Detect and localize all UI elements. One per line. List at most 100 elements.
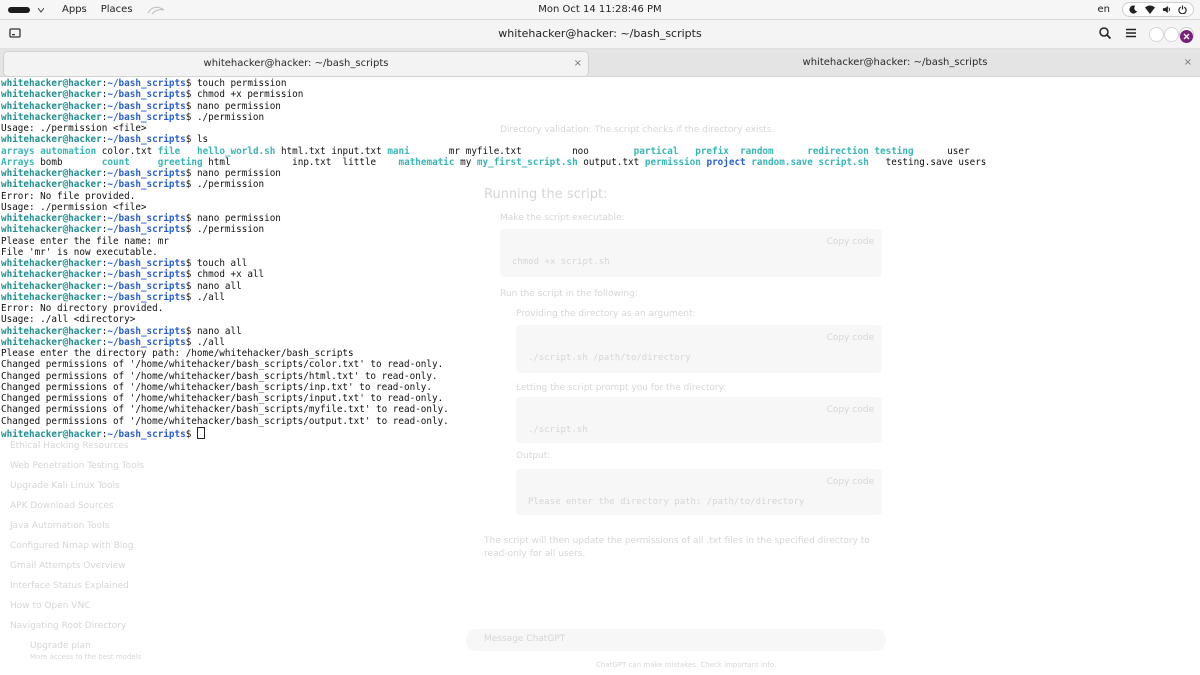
prompt-path: ~/bash_scripts bbox=[107, 134, 186, 146]
ls-gap bbox=[376, 157, 398, 168]
ghost-output-label: Output: bbox=[516, 451, 551, 461]
ls-entry: color.txt bbox=[101, 145, 153, 157]
tab-terminal-1[interactable]: whitehacker@hacker: ~/bash_scripts × bbox=[3, 51, 589, 77]
prompt-user: whitehacker@hacker bbox=[1, 89, 102, 101]
command-text: ls bbox=[191, 134, 209, 146]
ls-entry: my bbox=[460, 156, 472, 168]
tab-label: whitehacker@hacker: ~/bash_scripts bbox=[203, 58, 389, 69]
output-text: Usage: ./all <directory> bbox=[1, 314, 136, 326]
search-icon[interactable] bbox=[1098, 26, 1112, 40]
ghost-sidebar-item: Ethical Hacking Resources bbox=[10, 441, 129, 451]
command-text: chmod +x all bbox=[191, 269, 265, 281]
ls-entry: users bbox=[958, 156, 987, 168]
ls-entry: random bbox=[740, 145, 774, 157]
prompt-user: whitehacker@hacker bbox=[1, 100, 102, 112]
output-text: Error: No directory provided. bbox=[1, 303, 164, 314]
hamburger-menu-icon[interactable] bbox=[1124, 26, 1138, 40]
terminal-line: whitehacker@hacker:~/bash_scripts$ ./per… bbox=[1, 179, 986, 190]
output-text: Error: No file provided. bbox=[1, 190, 136, 202]
ghost-sidebar: Ethical Hacking Resources Web Penetratio… bbox=[10, 441, 144, 665]
ls-entry: script.sh bbox=[818, 156, 869, 168]
tab-bar: whitehacker@hacker: ~/bash_scripts × whi… bbox=[0, 49, 1200, 77]
maximize-button[interactable] bbox=[1164, 27, 1179, 42]
tab-close-icon[interactable]: × bbox=[574, 52, 582, 76]
ls-gap bbox=[410, 146, 449, 157]
prompt-user: whitehacker@hacker bbox=[1, 78, 102, 89]
ls-entry: permission bbox=[644, 156, 701, 168]
minimize-button[interactable] bbox=[1149, 27, 1164, 42]
prompt-user: whitehacker@hacker bbox=[1, 428, 102, 440]
terminal-line: whitehacker@hacker:~/bash_scripts$ nano … bbox=[1, 326, 986, 337]
ghost-upgrade-plan: Upgrade plan bbox=[30, 641, 91, 651]
ls-gap bbox=[231, 157, 293, 168]
ls-gap bbox=[130, 157, 158, 168]
prompt-path: ~/bash_scripts bbox=[107, 213, 186, 224]
ls-gap bbox=[63, 157, 102, 168]
prompt-path: ~/bash_scripts bbox=[107, 78, 186, 89]
terminal-line: whitehacker@hacker:~/bash_scripts$ ./per… bbox=[1, 112, 986, 123]
power-icon bbox=[1178, 5, 1187, 14]
ls-entry: mathematic bbox=[398, 156, 455, 168]
close-button[interactable] bbox=[1179, 27, 1194, 43]
terminal-line: Changed permissions of '/home/whitehacke… bbox=[1, 393, 986, 404]
prompt-path: ~/bash_scripts bbox=[107, 100, 186, 112]
tab-close-icon[interactable]: × bbox=[1184, 51, 1192, 75]
output-text: Please enter the directory path: /home/w… bbox=[1, 348, 354, 359]
terminal-line: whitehacker@hacker:~/bash_scripts$ nano … bbox=[1, 213, 986, 224]
tab-terminal-2[interactable]: whitehacker@hacker: ~/bash_scripts × bbox=[590, 51, 1200, 75]
prompt-path: ~/bash_scripts bbox=[107, 258, 186, 269]
ls-entry: myfile.txt bbox=[465, 145, 522, 157]
command-text: nano all bbox=[191, 325, 242, 337]
ls-gap bbox=[869, 157, 886, 168]
terminal-cursor bbox=[196, 426, 205, 439]
system-tray[interactable] bbox=[1122, 2, 1194, 17]
ls-entry: file bbox=[157, 145, 181, 157]
ghost-copy-code: Copy code bbox=[826, 477, 874, 487]
command-text: nano permission bbox=[191, 213, 281, 224]
terminal-line: whitehacker@hacker:~/bash_scripts$ touch… bbox=[1, 78, 986, 89]
ls-entry: Arrays bbox=[1, 156, 35, 168]
terminal-line: whitehacker@hacker:~/bash_scripts$ nano … bbox=[1, 101, 986, 112]
prompt-path: ~/bash_scripts bbox=[107, 168, 186, 179]
terminal-line: arrays automation color.txt file hello_w… bbox=[1, 146, 986, 157]
ghost-sidebar-item: Java Automation Tools bbox=[10, 521, 110, 531]
ls-gap bbox=[678, 146, 695, 157]
top-panel: Apps Places Mon Oct 14 11:28:46 PM en bbox=[0, 0, 1200, 20]
ls-entry: output.txt bbox=[583, 156, 640, 168]
prompt-path: ~/bash_scripts bbox=[107, 336, 186, 348]
ls-gap bbox=[331, 157, 342, 168]
prompt-path: ~/bash_scripts bbox=[107, 280, 186, 292]
keyboard-layout[interactable]: en bbox=[1098, 4, 1111, 15]
ls-entry: my_first_script.sh bbox=[476, 156, 578, 168]
prompt-user: whitehacker@hacker bbox=[1, 213, 102, 224]
prompt-user: whitehacker@hacker bbox=[1, 269, 102, 281]
terminal-line: Error: No file provided. bbox=[1, 191, 986, 202]
terminal-line: Please enter the file name: mr bbox=[1, 236, 986, 247]
ls-entry: project bbox=[706, 156, 746, 168]
output-text: Please enter the file name: mr bbox=[1, 235, 169, 247]
ls-gap bbox=[774, 146, 808, 157]
prompt-path: ~/bash_scripts bbox=[107, 111, 186, 123]
terminal-line: whitehacker@hacker:~/bash_scripts$ touch… bbox=[1, 258, 986, 269]
ghost-sidebar-item: Gmail Attempts Overview bbox=[10, 561, 126, 571]
command-text: ./permission bbox=[191, 179, 265, 191]
ls-entry: bomb bbox=[40, 156, 63, 168]
prompt-path: ~/bash_scripts bbox=[107, 89, 186, 101]
output-text: Changed permissions of '/home/whitehacke… bbox=[1, 404, 449, 416]
ghost-sidebar-item: APK Download Sources bbox=[10, 501, 114, 511]
terminal-line: whitehacker@hacker:~/bash_scripts$ chmod… bbox=[1, 269, 986, 280]
terminal-view[interactable]: Directory validation: The script checks … bbox=[0, 77, 1200, 675]
ls-entry: hello_world.sh bbox=[196, 145, 276, 157]
ls-gap bbox=[914, 146, 948, 157]
clock[interactable]: Mon Oct 14 11:28:46 PM bbox=[0, 0, 1200, 19]
ls-entry: redirection bbox=[807, 145, 869, 157]
prompt-path: ~/bash_scripts bbox=[107, 325, 186, 337]
ls-entry: greeting bbox=[157, 156, 203, 168]
ghost-code-block: Copy code Please enter the directory pat… bbox=[516, 469, 882, 515]
ls-entry: testing.save bbox=[885, 156, 953, 168]
output-text: Changed permissions of '/home/whitehacke… bbox=[1, 370, 438, 382]
output-text: Usage: ./permission <file> bbox=[1, 201, 147, 213]
output-text: Changed permissions of '/home/whitehacke… bbox=[1, 393, 444, 404]
ghost-sidebar-item: Configured Nmap with Blog bbox=[10, 541, 134, 551]
terminal-line: Changed permissions of '/home/whitehacke… bbox=[1, 371, 986, 382]
